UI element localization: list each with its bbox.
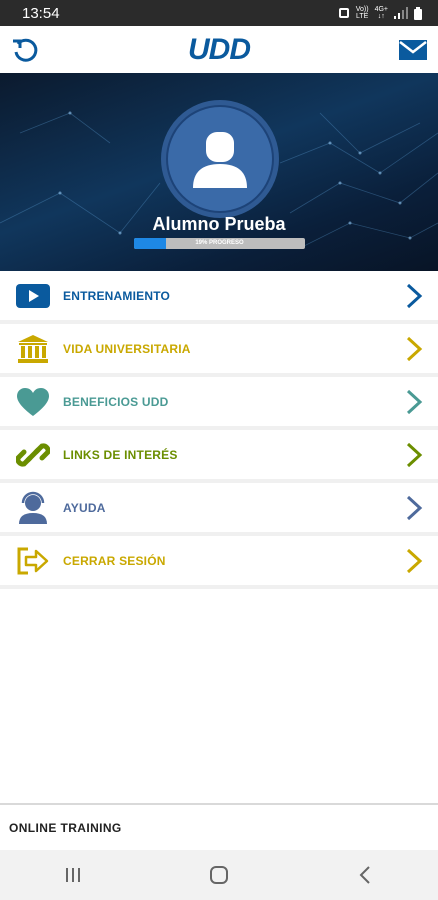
menu-item-links[interactable]: LINKS DE INTERÉS (0, 430, 438, 483)
chevron-right-icon (406, 548, 423, 573)
footer: ONLINE TRAINING (0, 803, 438, 850)
video-play-icon (16, 279, 50, 313)
home-button[interactable] (189, 855, 249, 895)
main-menu: ENTRENAMIENTO VIDA UNIVERSITARIA BENEFIC… (0, 271, 438, 589)
menu-item-label: AYUDA (63, 500, 106, 515)
status-icons: Vo)) LTE 4G+ ↓↑ (338, 6, 422, 20)
home-icon (210, 866, 228, 884)
network-type-label: 4G+ ↓↑ (374, 6, 388, 20)
mail-icon[interactable] (398, 39, 428, 61)
back-button[interactable] (335, 855, 395, 895)
refresh-icon[interactable] (10, 35, 40, 65)
menu-item-beneficios[interactable]: BENEFICIOS UDD (0, 377, 438, 430)
avatar[interactable] (161, 100, 279, 218)
battery-icon (414, 6, 422, 20)
back-icon (359, 866, 370, 884)
menu-item-label: VIDA UNIVERSITARIA (63, 341, 191, 356)
udd-logo: UDD (188, 32, 251, 66)
heart-icon (16, 385, 50, 419)
menu-item-ayuda[interactable]: AYUDA (0, 483, 438, 536)
progress-bar: 19% PROGRESO (134, 238, 305, 249)
chevron-right-icon (406, 336, 423, 361)
footer-title: ONLINE TRAINING (9, 821, 122, 835)
recent-apps-button[interactable] (43, 855, 103, 895)
menu-item-label: CERRAR SESIÓN (63, 553, 166, 568)
app-header: UDD (0, 26, 438, 73)
chevron-right-icon (406, 495, 423, 520)
chevron-right-icon (406, 442, 423, 467)
chevron-right-icon (406, 389, 423, 414)
menu-item-label: LINKS DE INTERÉS (63, 447, 178, 462)
signal-icon (394, 7, 408, 19)
menu-item-vida-universitaria[interactable]: VIDA UNIVERSITARIA (0, 324, 438, 377)
profile-hero: Alumno Prueba 19% PROGRESO (0, 73, 438, 271)
logout-icon (16, 544, 50, 578)
status-bar: 13:54 Vo)) LTE 4G+ ↓↑ (0, 0, 438, 26)
user-silhouette-icon (193, 132, 247, 188)
volte-label: Vo)) LTE (355, 6, 369, 20)
alarm-icon (338, 8, 349, 18)
menu-item-label: BENEFICIOS UDD (63, 394, 169, 409)
progress-label: 19% PROGRESO (195, 240, 244, 246)
status-time: 13:54 (22, 4, 60, 22)
menu-item-label: ENTRENAMIENTO (63, 288, 171, 303)
system-nav-bar (0, 850, 438, 900)
user-name: Alumno Prueba (152, 214, 286, 234)
support-agent-icon (16, 491, 50, 525)
recent-apps-icon (66, 868, 80, 882)
menu-item-entrenamiento[interactable]: ENTRENAMIENTO (0, 271, 438, 324)
university-icon (16, 332, 50, 366)
link-icon (16, 438, 50, 472)
chevron-right-icon (406, 283, 423, 308)
menu-item-cerrar-sesion[interactable]: CERRAR SESIÓN (0, 536, 438, 589)
